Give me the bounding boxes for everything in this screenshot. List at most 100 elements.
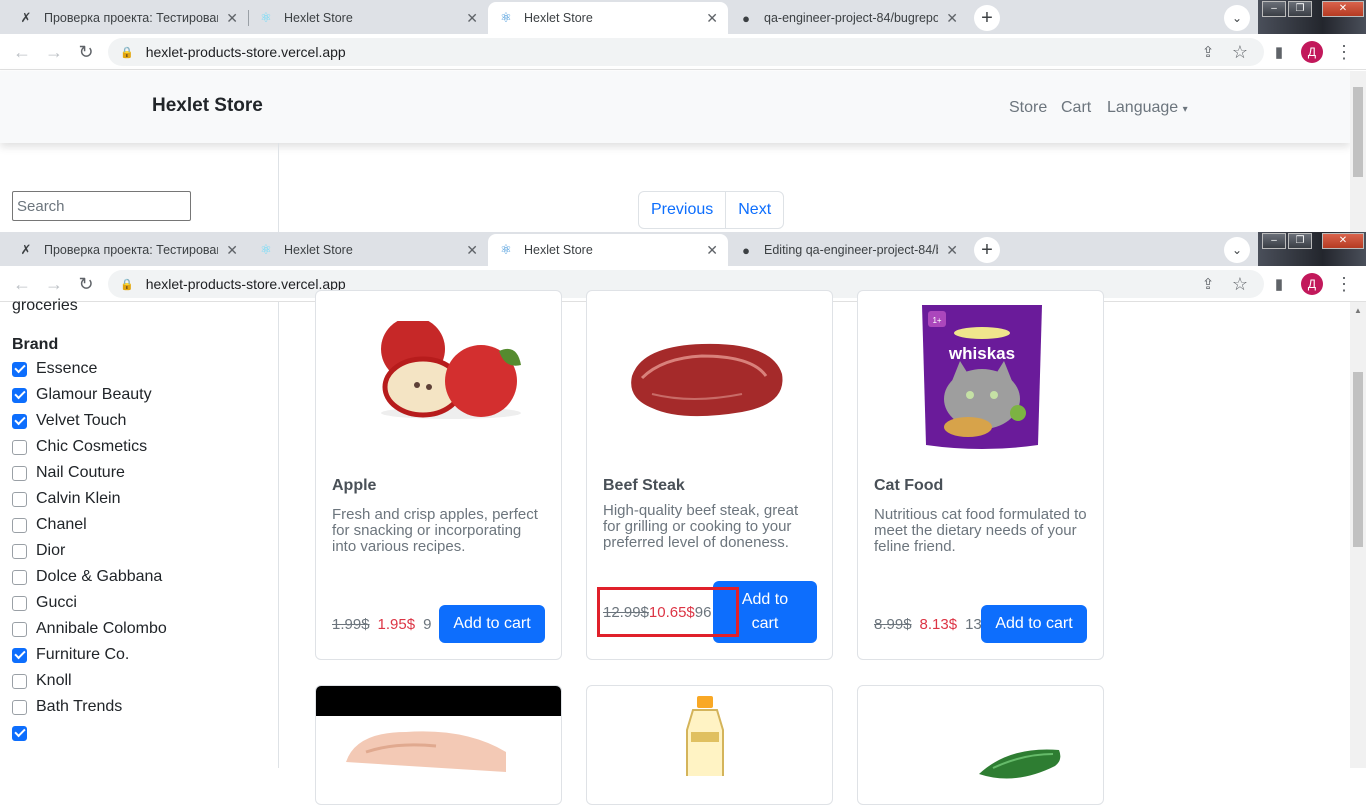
brand-filter-item[interactable] [12, 722, 36, 744]
close-window-button[interactable]: ✕ [1322, 233, 1364, 249]
brand-filter-item[interactable]: Annibale Colombo [12, 618, 167, 640]
scrollbar-thumb[interactable] [1353, 372, 1363, 547]
brand-filter-item[interactable]: Velvet Touch [12, 410, 126, 432]
brand-filter-item[interactable]: Chic Cosmetics [12, 436, 147, 458]
close-icon[interactable]: ✕ [226, 10, 238, 27]
category-groceries[interactable]: groceries [12, 297, 78, 315]
checkbox-checked[interactable] [12, 387, 27, 403]
checkbox-unchecked[interactable] [12, 699, 27, 715]
checkbox-checked[interactable] [12, 413, 27, 429]
tab-hexlet-check[interactable]: ✗ Проверка проекта: Тестирован ✕ [8, 2, 248, 34]
close-icon[interactable]: ✕ [226, 242, 238, 259]
address-bar[interactable]: 🔒 hexlet-products-store.vercel.app [108, 38, 1264, 66]
old-price: 8.99$ [874, 616, 912, 633]
share-icon[interactable]: ⇪ [1196, 40, 1220, 64]
maximize-button[interactable]: ❐ [1288, 1, 1312, 17]
tab-github[interactable]: ● qa-engineer-project-84/bugrepo ✕ [728, 2, 968, 34]
brand-filter-item[interactable]: Dolce & Gabbana [12, 566, 162, 588]
checkbox-unchecked[interactable] [12, 543, 27, 559]
product-title[interactable]: Beef Steak [603, 477, 685, 495]
nav-language[interactable]: Language ▾ [1107, 99, 1188, 117]
product-card-cucumber [857, 685, 1104, 805]
close-icon[interactable]: ✕ [706, 242, 718, 259]
share-icon[interactable]: ⇪ [1196, 272, 1220, 296]
tab-hexlet-store-1[interactable]: ⚛ Hexlet Store ✕ [248, 2, 488, 34]
minimize-button[interactable]: ‒ [1262, 233, 1286, 249]
checkbox-unchecked[interactable] [12, 595, 27, 611]
tab-github-editing[interactable]: ● Editing qa-engineer-project-84/b ✕ [728, 234, 968, 266]
checkbox-unchecked[interactable] [12, 491, 27, 507]
brand-filter-item[interactable]: Gucci [12, 592, 77, 614]
avatar[interactable]: Д [1301, 41, 1323, 63]
back-icon[interactable]: ← [10, 272, 34, 296]
nav-cart[interactable]: Cart [1061, 99, 1091, 117]
tab-strip: ✗ Проверка проекта: Тестирован ✕ ⚛ Hexle… [0, 232, 1366, 266]
brand-filter-item[interactable]: Bath Trends [12, 696, 122, 718]
reload-icon[interactable]: ↻ [74, 40, 98, 64]
brand-filter-item[interactable]: Furniture Co. [12, 644, 129, 666]
new-tab-button[interactable]: + [974, 5, 1000, 31]
brand-filter-item[interactable]: Glamour Beauty [12, 384, 152, 406]
brand-filter-item[interactable]: Essence [12, 358, 97, 380]
tab-hexlet-store-1[interactable]: ⚛ Hexlet Store ✕ [248, 234, 488, 266]
tab-hexlet-check[interactable]: ✗ Проверка проекта: Тестирован ✕ [8, 234, 248, 266]
avatar[interactable]: Д [1301, 273, 1323, 295]
close-icon[interactable]: ✕ [706, 10, 718, 27]
checkbox-checked[interactable] [12, 725, 27, 741]
forward-icon[interactable]: → [42, 40, 66, 64]
browser-chrome-top: ✗ Проверка проекта: Тестирован ✕ ⚛ Hexle… [0, 0, 1366, 70]
brand-logo[interactable]: Hexlet Store [152, 95, 263, 117]
checkbox-unchecked[interactable] [12, 673, 27, 689]
reload-icon[interactable]: ↻ [74, 272, 98, 296]
side-panel-icon[interactable]: ▮ [1267, 40, 1291, 64]
bookmark-star-icon[interactable]: ☆ [1228, 272, 1252, 296]
brand-filter-item[interactable]: Dior [12, 540, 65, 562]
forward-icon[interactable]: → [42, 272, 66, 296]
back-icon[interactable]: ← [10, 40, 34, 64]
react-icon: ⚛ [260, 10, 272, 25]
scroll-up-icon[interactable]: ▲ [1354, 306, 1362, 315]
brand-filter-item[interactable]: Calvin Klein [12, 488, 120, 510]
scrollbar-bottom[interactable]: ▲ [1350, 302, 1366, 768]
brand-filter-item[interactable]: Nail Couture [12, 462, 125, 484]
tab-hexlet-store-active[interactable]: ⚛ Hexlet Store ✕ [488, 2, 728, 34]
checkbox-unchecked[interactable] [12, 517, 27, 533]
close-icon[interactable]: ✕ [466, 242, 478, 259]
maximize-button[interactable]: ❐ [1288, 233, 1312, 249]
next-button[interactable]: Next [725, 192, 783, 228]
checkbox-unchecked[interactable] [12, 465, 27, 481]
previous-button[interactable]: Previous [639, 192, 725, 228]
checkbox-unchecked[interactable] [12, 439, 27, 455]
scrollbar-top[interactable] [1350, 71, 1366, 232]
brand-filter-item[interactable]: Knoll [12, 670, 72, 692]
scrollbar-thumb[interactable] [1353, 87, 1363, 177]
whiskas-logo: whiskas [948, 344, 1015, 363]
tab-search-icon[interactable]: ⌄ [1224, 5, 1250, 31]
product-title[interactable]: Cat Food [874, 477, 943, 495]
bookmark-star-icon[interactable]: ☆ [1228, 40, 1252, 64]
close-icon[interactable]: ✕ [466, 10, 478, 27]
search-input[interactable]: Search [12, 191, 191, 221]
minimize-button[interactable]: ‒ [1262, 1, 1286, 17]
brand-label: Bath Trends [36, 698, 123, 715]
close-icon[interactable]: ✕ [946, 10, 958, 27]
close-window-button[interactable]: ✕ [1322, 1, 1364, 17]
add-to-cart-button[interactable]: Add to cart [439, 605, 545, 643]
menu-icon[interactable]: ⋮ [1332, 40, 1356, 64]
product-title[interactable]: Apple [332, 477, 376, 495]
checkbox-unchecked[interactable] [12, 621, 27, 637]
nav-store[interactable]: Store [1009, 99, 1047, 117]
stock-count: 9 [423, 616, 432, 633]
checkbox-unchecked[interactable] [12, 569, 27, 585]
close-icon[interactable]: ✕ [946, 242, 958, 259]
checkbox-checked[interactable] [12, 361, 27, 377]
tab-hexlet-store-active[interactable]: ⚛ Hexlet Store ✕ [488, 234, 728, 266]
checkbox-checked[interactable] [12, 647, 27, 663]
side-panel-icon[interactable]: ▮ [1267, 272, 1291, 296]
product-card-cat-food: 1+ whiskas Cat Food Nutritious cat food … [857, 290, 1104, 660]
add-to-cart-button[interactable]: Add to cart [981, 605, 1087, 643]
menu-icon[interactable]: ⋮ [1332, 272, 1356, 296]
tab-search-icon[interactable]: ⌄ [1224, 237, 1250, 263]
brand-filter-item[interactable]: Chanel [12, 514, 87, 536]
new-tab-button[interactable]: + [974, 237, 1000, 263]
